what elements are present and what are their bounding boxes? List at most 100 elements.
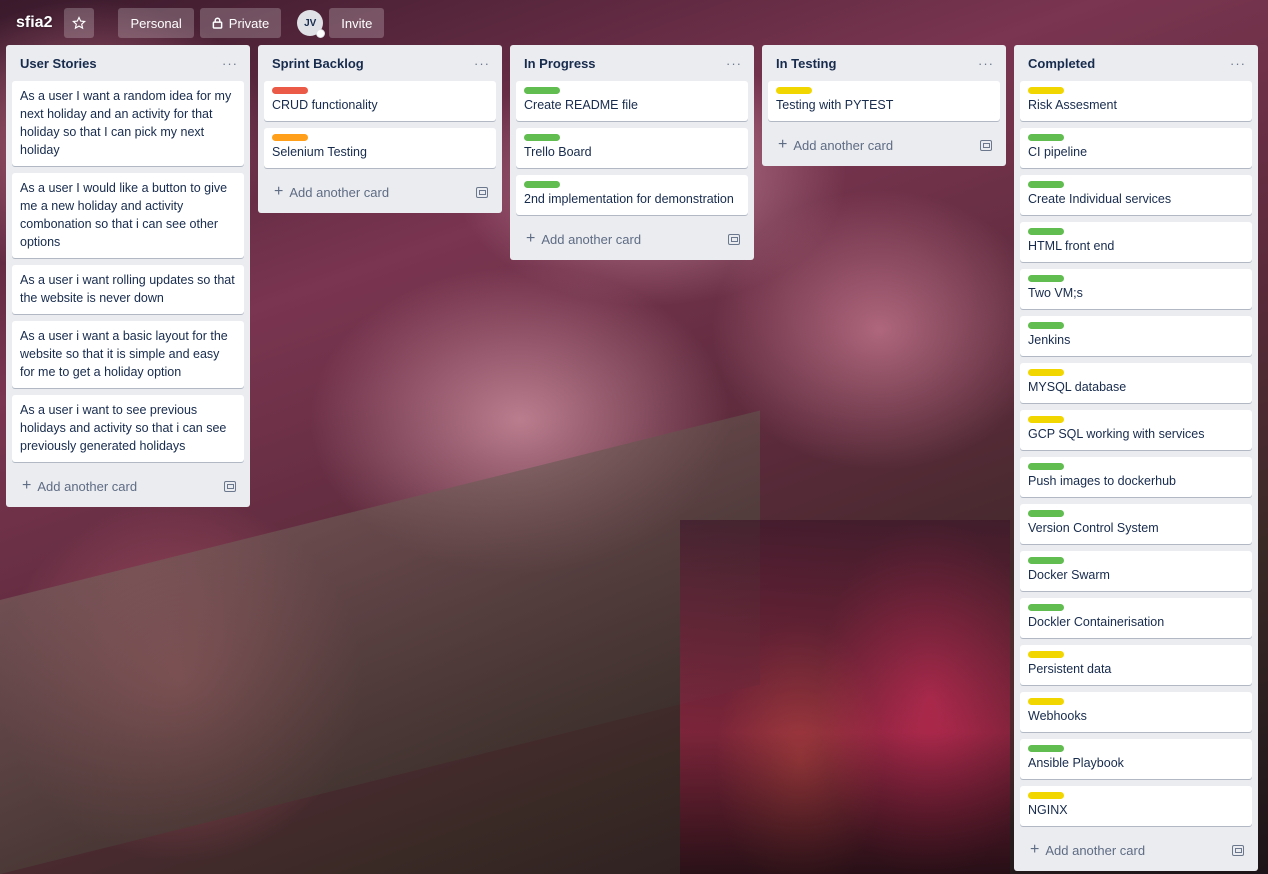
visibility-button[interactable]: Private xyxy=(199,8,282,38)
list-sprint-backlog: Sprint Backlog ··· CRUD functionality Selen… xyxy=(258,45,502,213)
card-title: Risk Assesment xyxy=(1028,98,1117,112)
list-card[interactable]: Persistent data xyxy=(1020,645,1252,685)
list-card[interactable]: As a user I would like a button to give … xyxy=(12,173,244,258)
list-card[interactable]: NGINX xyxy=(1020,786,1252,826)
ellipsis-icon[interactable]: ··· xyxy=(222,56,238,71)
add-card-label: Add another card xyxy=(1045,842,1146,858)
list-card[interactable]: Risk Assesment xyxy=(1020,81,1252,121)
workspace-label: Personal xyxy=(130,15,182,31)
list-card[interactable]: As a user i want a basic layout for the … xyxy=(12,321,244,388)
card-label[interactable] xyxy=(1028,416,1064,423)
list-in-progress: In Progress ··· Create README file Trello B… xyxy=(510,45,754,260)
list-card[interactable]: Ansible Playbook xyxy=(1020,739,1252,779)
list-header: In Testing ··· xyxy=(768,45,1000,81)
card-label[interactable] xyxy=(1028,322,1064,329)
card-label[interactable] xyxy=(776,87,812,94)
ellipsis-icon[interactable]: ··· xyxy=(978,56,994,71)
list-card[interactable]: Webhooks xyxy=(1020,692,1252,732)
card-title: GCP SQL working with services xyxy=(1028,427,1205,441)
plus-icon: + xyxy=(1030,841,1040,858)
card-title: MYSQL database xyxy=(1028,380,1127,394)
list-header: User Stories ··· xyxy=(12,45,244,81)
add-card-button[interactable]: + Add another card xyxy=(1030,842,1145,858)
list-card[interactable]: Jenkins xyxy=(1020,316,1252,356)
list-card[interactable]: Push images to dockerhub xyxy=(1020,457,1252,497)
card-label[interactable] xyxy=(1028,463,1064,470)
card-title: CI pipeline xyxy=(1028,145,1088,159)
list-card[interactable]: 2nd implementation for demonstration xyxy=(516,175,748,215)
card-template-icon[interactable] xyxy=(980,139,992,151)
card-label[interactable] xyxy=(524,181,560,188)
card-label[interactable] xyxy=(272,134,308,141)
card-label[interactable] xyxy=(1028,134,1064,141)
card-label[interactable] xyxy=(1028,510,1064,517)
card-label[interactable] xyxy=(1028,181,1064,188)
list-card[interactable]: As a user i want rolling updates so that… xyxy=(12,265,244,314)
list-card[interactable]: MYSQL database xyxy=(1020,363,1252,403)
card-label[interactable] xyxy=(1028,369,1064,376)
card-title: Push images to dockerhub xyxy=(1028,474,1177,488)
avatar-initials: JV xyxy=(304,17,317,29)
list-card[interactable]: Version Control System xyxy=(1020,504,1252,544)
list-card[interactable]: Two VM;s xyxy=(1020,269,1252,309)
add-card-label: Add another card xyxy=(289,184,390,200)
list-card[interactable]: Dockler Containerisation xyxy=(1020,598,1252,638)
list-card[interactable]: Selenium Testing xyxy=(264,128,496,168)
add-card-button[interactable]: + Add another card xyxy=(526,231,641,247)
list-title[interactable]: In Testing xyxy=(776,56,836,71)
ellipsis-icon[interactable]: ··· xyxy=(1230,56,1246,71)
card-label[interactable] xyxy=(1028,651,1064,658)
ellipsis-icon[interactable]: ··· xyxy=(726,56,742,71)
avatar-badge xyxy=(316,29,326,38)
list-card[interactable]: GCP SQL working with services xyxy=(1020,410,1252,450)
add-card-button[interactable]: + Add another card xyxy=(274,184,389,200)
background-water xyxy=(680,520,1010,874)
workspace-button[interactable]: Personal xyxy=(118,8,194,38)
list-header: In Progress ··· xyxy=(516,45,748,81)
add-card-button[interactable]: + Add another card xyxy=(778,137,893,153)
card-title: Ansible Playbook xyxy=(1028,756,1124,770)
card-title: As a user I would like a button to give … xyxy=(20,181,228,249)
list-card[interactable]: Docker Swarm xyxy=(1020,551,1252,591)
card-label[interactable] xyxy=(272,87,308,94)
list-card[interactable]: CRUD functionality xyxy=(264,81,496,121)
list-card[interactable]: HTML front end xyxy=(1020,222,1252,262)
card-template-icon[interactable] xyxy=(1232,844,1244,856)
list-title[interactable]: In Progress xyxy=(524,56,596,71)
list-title[interactable]: Sprint Backlog xyxy=(272,56,364,71)
card-title: Persistent data xyxy=(1028,662,1112,676)
list-title[interactable]: Completed xyxy=(1028,56,1095,71)
card-title: As a user I want a random idea for my ne… xyxy=(20,89,232,157)
list-card[interactable]: As a user I want a random idea for my ne… xyxy=(12,81,244,166)
add-card-button[interactable]: + Add another card xyxy=(22,478,137,494)
visibility-label: Private xyxy=(228,15,270,31)
list-card[interactable]: Create README file xyxy=(516,81,748,121)
board-title[interactable]: sfia2 xyxy=(16,14,52,32)
card-label[interactable] xyxy=(1028,698,1064,705)
card-label[interactable] xyxy=(1028,228,1064,235)
card-label[interactable] xyxy=(1028,557,1064,564)
card-label[interactable] xyxy=(1028,745,1064,752)
card-label[interactable] xyxy=(1028,275,1064,282)
card-label[interactable] xyxy=(1028,604,1064,611)
list-card[interactable]: As a user i want to see previous holiday… xyxy=(12,395,244,462)
ellipsis-icon[interactable]: ··· xyxy=(474,56,490,71)
card-template-icon[interactable] xyxy=(476,186,488,198)
card-title: Jenkins xyxy=(1028,333,1071,347)
list-card[interactable]: CI pipeline xyxy=(1020,128,1252,168)
card-label[interactable] xyxy=(524,134,560,141)
card-label[interactable] xyxy=(524,87,560,94)
card-template-icon[interactable] xyxy=(728,233,740,245)
list-card[interactable]: Testing with PYTEST xyxy=(768,81,1000,121)
list-title[interactable]: User Stories xyxy=(20,56,97,71)
avatar[interactable]: JV xyxy=(297,10,326,38)
star-button[interactable] xyxy=(64,8,95,38)
card-title: Two VM;s xyxy=(1028,286,1083,300)
list-card[interactable]: Create Individual services xyxy=(1020,175,1252,215)
list-card[interactable]: Trello Board xyxy=(516,128,748,168)
card-label[interactable] xyxy=(1028,87,1064,94)
list-header: Sprint Backlog ··· xyxy=(264,45,496,81)
card-label[interactable] xyxy=(1028,792,1064,799)
invite-button[interactable]: Invite xyxy=(329,8,385,38)
card-template-icon[interactable] xyxy=(224,480,236,492)
